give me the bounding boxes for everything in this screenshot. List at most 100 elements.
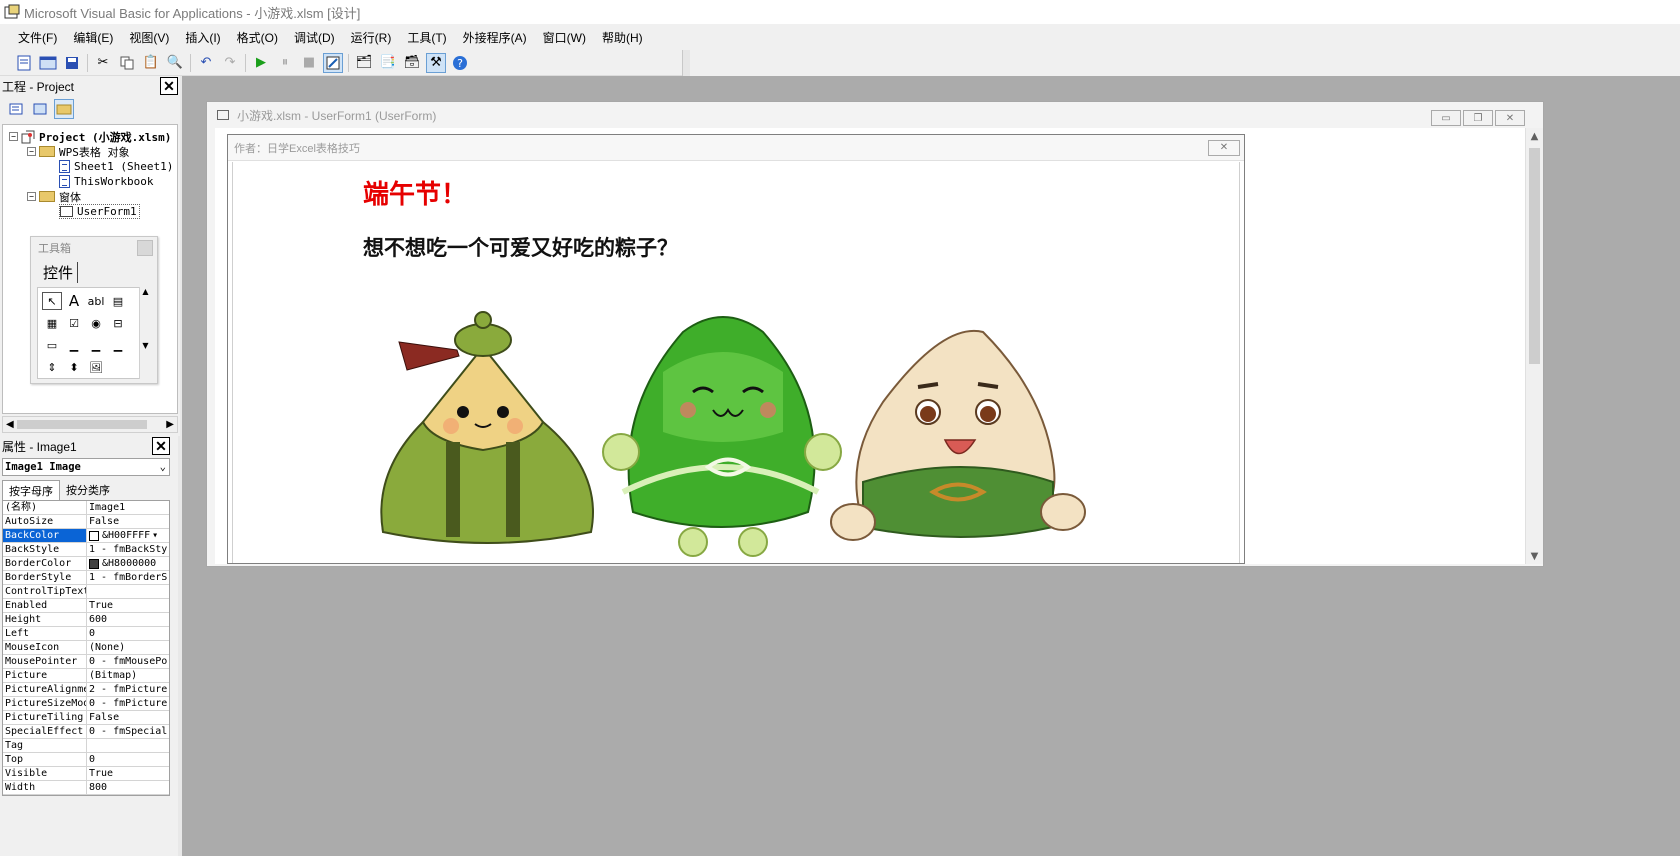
scroll-right-icon[interactable]: ▶ xyxy=(166,419,174,430)
tab-alphabetic[interactable]: 按字母序 xyxy=(2,480,60,500)
save-icon[interactable] xyxy=(62,53,82,73)
userform-titlebar[interactable]: 作者：日学Excel表格技巧 ✕ xyxy=(228,135,1244,161)
view-object-icon[interactable] xyxy=(30,99,50,119)
property-value[interactable]: 2 - fmPicture xyxy=(87,683,169,696)
option-button-tool-icon[interactable]: ◉ xyxy=(86,314,106,332)
property-row[interactable]: BackStyle 1 - fmBackSty xyxy=(3,543,169,557)
collapse-icon[interactable]: − xyxy=(27,147,36,156)
tab-categorized[interactable]: 按分类序 xyxy=(60,480,116,500)
scrollbar-thumb[interactable] xyxy=(1529,148,1540,364)
property-row[interactable]: Height 600 xyxy=(3,613,169,627)
userform1[interactable]: 作者：日学Excel表格技巧 ✕ 端午节！ 想不想吃一个可爱又好吃的粽子？ xyxy=(227,134,1245,564)
property-value[interactable]: &H00FFFF ▾ xyxy=(87,529,169,542)
property-row[interactable]: Enabled True xyxy=(3,599,169,613)
close-icon[interactable]: ✕ xyxy=(160,77,178,95)
collapse-icon[interactable]: − xyxy=(27,192,36,201)
find-icon[interactable]: 🔍 xyxy=(165,53,185,73)
property-value[interactable]: True xyxy=(87,599,169,612)
run-icon[interactable]: ▶ xyxy=(251,53,271,73)
property-row[interactable]: Visible True xyxy=(3,767,169,781)
dropdown-arrow-icon[interactable]: ▾ xyxy=(152,529,158,542)
pointer-tool-icon[interactable]: ↖ xyxy=(42,292,62,310)
toolbar-grip[interactable] xyxy=(682,50,690,76)
designer-vertical-scrollbar[interactable]: ▲ ▼ xyxy=(1525,128,1543,564)
property-value[interactable] xyxy=(87,739,169,752)
property-row[interactable]: MouseIcon (None) xyxy=(3,641,169,655)
menu-format[interactable]: 格式(O) xyxy=(229,29,286,46)
view-excel-icon[interactable] xyxy=(14,53,34,73)
property-row[interactable]: BackColor &H00FFFF ▾ xyxy=(3,529,169,543)
redo-icon[interactable]: ↷ xyxy=(220,53,240,73)
scroll-up-icon[interactable]: ▲ xyxy=(1526,128,1543,144)
property-row[interactable]: Picture (Bitmap) xyxy=(3,669,169,683)
cut-icon[interactable]: ✂ xyxy=(93,53,113,73)
property-value[interactable]: Image1 xyxy=(87,501,169,514)
toolbox-scrollbar[interactable]: ▲ ▼ xyxy=(139,287,151,379)
copy-icon[interactable] xyxy=(117,53,137,73)
property-value[interactable]: 0 - fmPicture xyxy=(87,697,169,710)
property-value[interactable]: (Bitmap) xyxy=(87,669,169,682)
menu-file[interactable]: 文件(F) xyxy=(10,29,65,46)
tree-node-sheet1[interactable]: Sheet1 (Sheet1) xyxy=(59,159,173,174)
menu-run[interactable]: 运行(R) xyxy=(343,29,400,46)
scrollbar-tool-icon[interactable]: ⇕ xyxy=(42,358,62,376)
combobox-tool-icon[interactable]: ▤ xyxy=(108,292,128,310)
tabstrip-tool-icon[interactable]: ▁ xyxy=(86,336,106,354)
toolbox-close-icon[interactable] xyxy=(137,240,153,256)
tree-node-thisworkbook[interactable]: ThisWorkbook xyxy=(59,174,153,189)
property-row[interactable]: BorderColor &H8000000 xyxy=(3,557,169,571)
property-row[interactable]: Width 800 xyxy=(3,781,169,795)
tree-node-project[interactable]: − Project (小游戏.xlsm) xyxy=(9,129,171,144)
scroll-left-icon[interactable]: ◀ xyxy=(6,419,14,430)
property-value[interactable]: (None) xyxy=(87,641,169,654)
menu-debug[interactable]: 调试(D) xyxy=(286,29,343,46)
break-icon[interactable]: ⏸ xyxy=(275,53,295,73)
chevron-down-icon[interactable]: ⌄ xyxy=(160,461,169,473)
property-value[interactable]: False xyxy=(87,711,169,724)
menu-view[interactable]: 视图(V) xyxy=(121,29,177,46)
property-row[interactable]: ControlTipText xyxy=(3,585,169,599)
view-code-icon[interactable] xyxy=(6,99,26,119)
minimize-icon[interactable]: ▭ xyxy=(1431,110,1461,126)
property-value[interactable]: True xyxy=(87,767,169,780)
close-icon[interactable]: ✕ xyxy=(152,437,170,455)
property-row[interactable]: MousePointer 0 - fmMousePo xyxy=(3,655,169,669)
property-value[interactable]: 0 xyxy=(87,627,169,640)
textbox-tool-icon[interactable]: abl xyxy=(86,292,106,310)
command-button-tool-icon[interactable]: ▁ xyxy=(64,336,84,354)
checkbox-tool-icon[interactable]: ☑ xyxy=(64,314,84,332)
label-tool-icon[interactable]: A xyxy=(64,292,84,310)
property-row[interactable]: PictureAlignme 2 - fmPicture xyxy=(3,683,169,697)
properties-window-icon[interactable]: 📑 xyxy=(378,53,398,73)
insert-userform-icon[interactable] xyxy=(38,53,58,73)
object-browser-icon[interactable]: 🗃 xyxy=(402,53,422,73)
reset-icon[interactable]: ■ xyxy=(299,53,319,73)
design-mode-icon[interactable] xyxy=(323,52,343,73)
scroll-down-icon[interactable]: ▼ xyxy=(1526,548,1543,564)
toggle-folders-icon[interactable] xyxy=(54,99,74,119)
menu-insert[interactable]: 插入(I) xyxy=(177,29,228,46)
property-row[interactable]: Tag xyxy=(3,739,169,753)
object-selector[interactable]: Image1 Image ⌄ xyxy=(2,458,170,476)
userform-close-icon[interactable]: ✕ xyxy=(1208,139,1240,156)
property-value[interactable]: False xyxy=(87,515,169,528)
multipage-tool-icon[interactable]: ▁ xyxy=(108,336,128,354)
toggle-button-tool-icon[interactable]: ⊟ xyxy=(108,314,128,332)
collapse-icon[interactable]: − xyxy=(9,132,18,141)
project-explorer-icon[interactable]: 🗂 xyxy=(354,53,374,73)
menu-addins[interactable]: 外接程序(A) xyxy=(455,29,535,46)
image-tool-icon[interactable]: 🖼 xyxy=(86,358,106,376)
frame-tool-icon[interactable]: ▭ xyxy=(42,336,62,354)
spinbutton-tool-icon[interactable]: ⬍ xyxy=(64,358,84,376)
listbox-tool-icon[interactable]: ▦ xyxy=(42,314,62,332)
tree-node-objects-folder[interactable]: − WPS表格 对象 xyxy=(27,144,130,159)
project-horizontal-scrollbar[interactable]: ◀ ▶ xyxy=(2,416,178,433)
property-row[interactable]: SpecialEffect 0 - fmSpecial xyxy=(3,725,169,739)
paste-icon[interactable]: 📋 xyxy=(141,53,161,73)
property-row[interactable]: PictureTiling False xyxy=(3,711,169,725)
tree-node-userform1[interactable]: UserForm1 xyxy=(59,204,140,219)
restore-icon[interactable]: ❐ xyxy=(1463,110,1493,126)
close-icon[interactable]: ✕ xyxy=(1495,110,1525,126)
toolbox-icon[interactable]: ⚒ xyxy=(426,52,446,73)
help-icon[interactable]: ? xyxy=(450,53,470,73)
